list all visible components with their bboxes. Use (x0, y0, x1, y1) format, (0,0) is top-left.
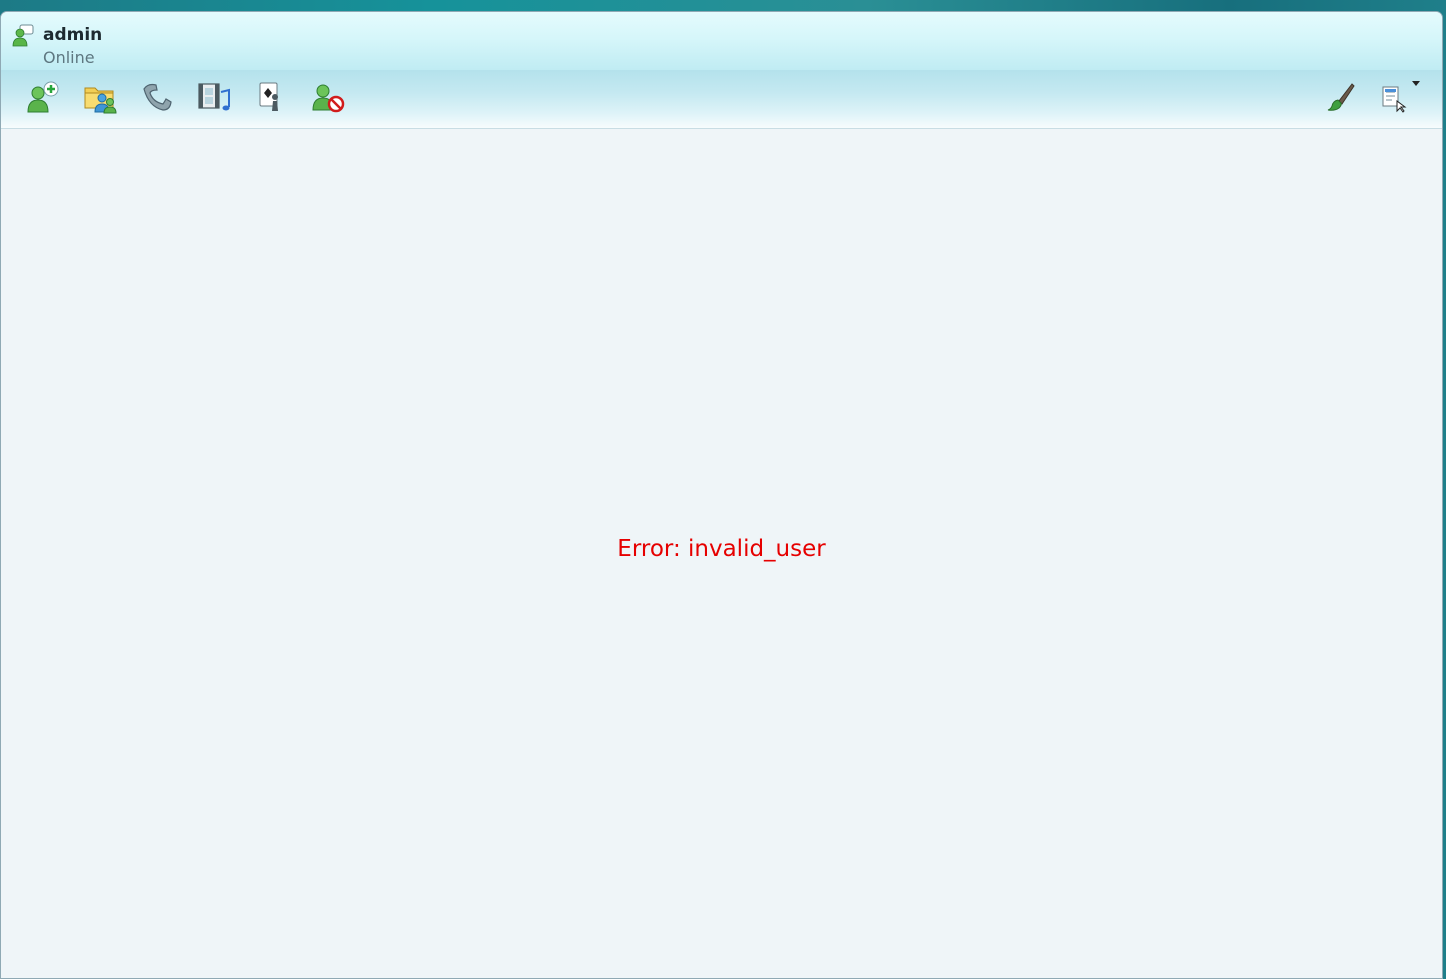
call-button[interactable] (137, 78, 177, 116)
user-name: admin (43, 25, 103, 45)
conversation-window: admin Online Error: invalid_user (0, 11, 1443, 979)
toolbar (1, 70, 1442, 129)
share-folder-button[interactable] (80, 78, 120, 116)
block-contact-icon (310, 80, 346, 114)
menu-dropdown-icon (1375, 81, 1407, 113)
window-header: admin Online (1, 12, 1442, 70)
menu-dropdown-button[interactable] (1371, 78, 1411, 116)
video-audio-icon (196, 80, 232, 114)
block-contact-button[interactable] (308, 78, 348, 116)
add-contact-icon (25, 80, 61, 114)
games-button[interactable] (251, 78, 291, 116)
paintbrush-icon (1325, 81, 1357, 113)
video-audio-button[interactable] (194, 78, 234, 116)
user-status-icon (11, 24, 35, 48)
share-folder-icon (82, 80, 118, 114)
user-status: Online (43, 48, 95, 67)
add-contact-button[interactable] (23, 78, 63, 116)
games-icon (253, 80, 289, 114)
error-message: Error: invalid_user (617, 536, 826, 562)
theme-button[interactable] (1321, 78, 1361, 116)
chevron-down-icon[interactable] (1412, 81, 1420, 86)
phone-call-icon (139, 80, 175, 114)
